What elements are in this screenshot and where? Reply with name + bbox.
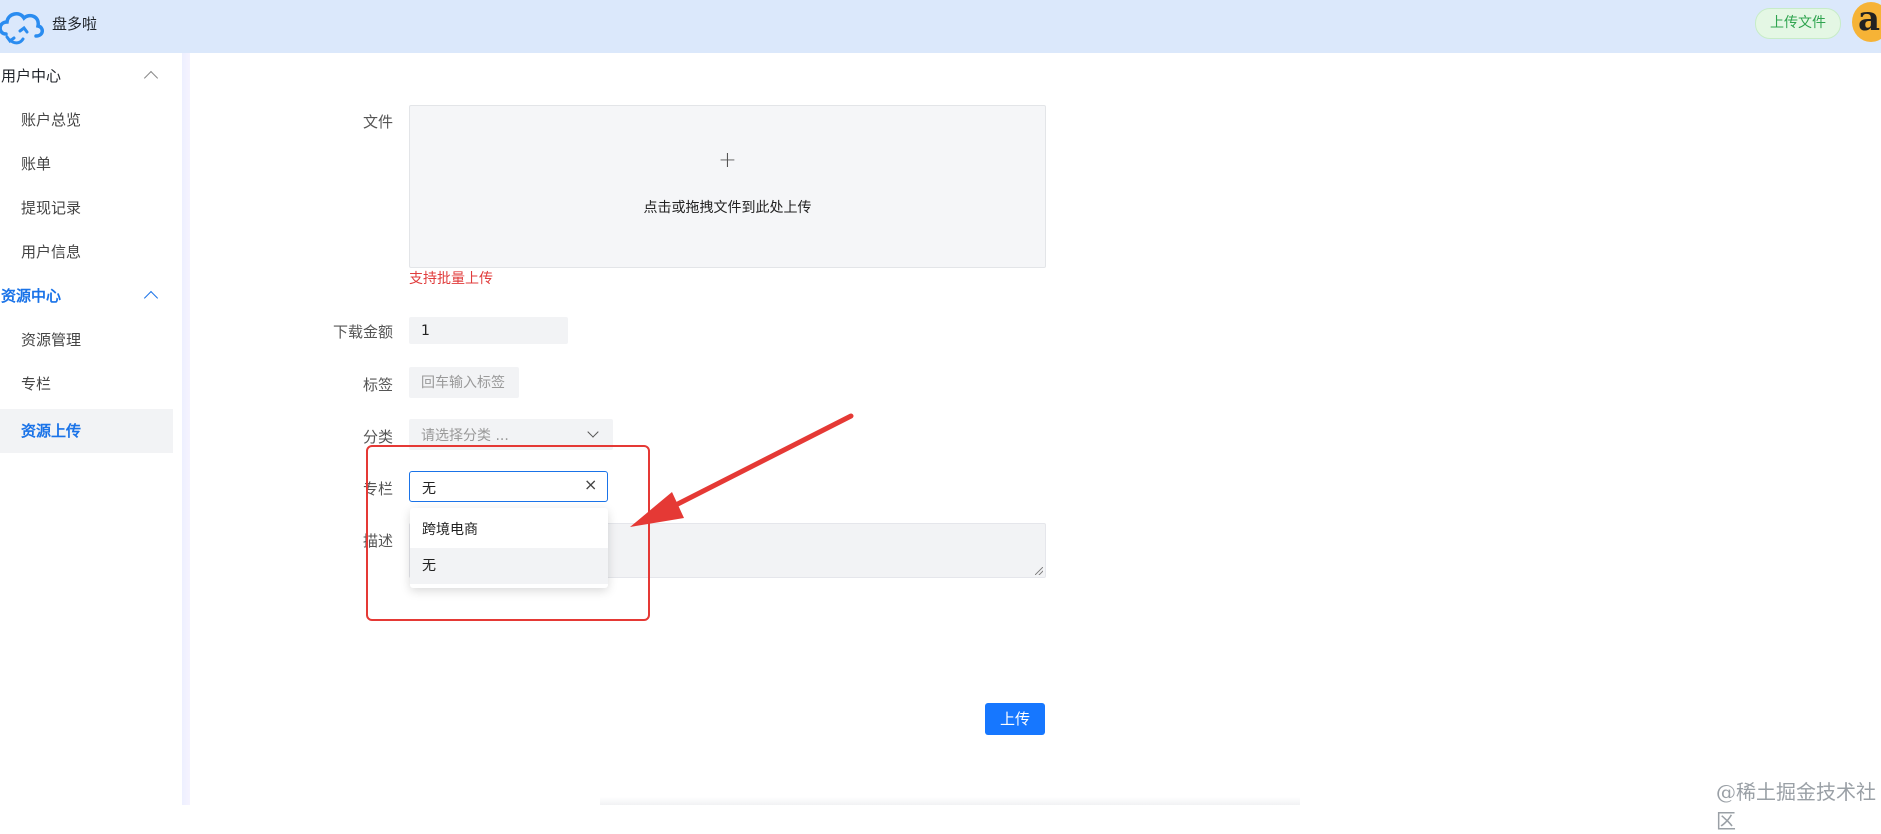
watermark: @稀土掘金技术社区 xyxy=(1716,780,1876,833)
chevron-up-icon xyxy=(143,70,159,86)
sidebar-item-resource-management[interactable]: 资源管理 xyxy=(0,318,173,362)
chevron-up-icon xyxy=(143,290,159,306)
sidebar-item-resource-upload[interactable]: 资源上传 xyxy=(0,409,173,453)
tag-input[interactable] xyxy=(409,367,519,398)
batch-upload-hint: 支持批量上传 xyxy=(409,271,493,287)
top-header: 盘多啦 上传文件 a xyxy=(0,0,1881,53)
plus-icon: + xyxy=(718,148,737,173)
sidebar-group-user-center[interactable]: 用户中心 xyxy=(0,54,173,98)
bottom-shadow xyxy=(600,797,1300,805)
sidebar: 用户中心 账户总览 账单 提现记录 用户信息 资源中心 资源管理 专栏 资源上传 xyxy=(0,53,182,805)
sidebar-item-label: 资源上传 xyxy=(21,422,82,440)
sidebar-item-label: 账户总览 xyxy=(21,111,82,129)
sidebar-item-user-info[interactable]: 用户信息 xyxy=(0,230,173,274)
brand-name: 盘多啦 xyxy=(52,15,98,33)
file-label: 文件 xyxy=(362,113,393,131)
avatar-letter-logo: a xyxy=(1858,2,1881,39)
sidebar-group-resource-center[interactable]: 资源中心 xyxy=(0,274,173,318)
chevron-down-icon xyxy=(587,426,599,438)
sidebar-item-withdraw-records[interactable]: 提现记录 xyxy=(0,186,173,230)
file-dropzone[interactable]: + 点击或拖拽文件到此处上传 xyxy=(409,105,1046,268)
tag-label: 标签 xyxy=(362,376,393,394)
category-label: 分类 xyxy=(362,428,393,446)
sidebar-item-label: 资源管理 xyxy=(21,331,82,349)
sidebar-item-column[interactable]: 专栏 xyxy=(0,362,173,406)
cloud-logo-icon xyxy=(0,12,44,45)
sidebar-item-account-overview[interactable]: 账户总览 xyxy=(0,98,173,142)
avatar[interactable]: a xyxy=(1852,2,1881,42)
category-placeholder: 请选择分类 ... xyxy=(421,428,509,444)
sidebar-item-label: 专栏 xyxy=(21,375,52,393)
sidebar-item-label: 账单 xyxy=(21,155,52,173)
resize-handle-icon[interactable] xyxy=(1035,567,1043,575)
sidebar-divider xyxy=(182,53,190,805)
sidebar-group-label: 用户中心 xyxy=(1,67,62,85)
submit-upload-button[interactable]: 上传 xyxy=(985,703,1045,735)
amount-label: 下载金额 xyxy=(332,323,393,341)
upload-file-button[interactable]: 上传文件 xyxy=(1755,8,1841,39)
download-amount-input[interactable] xyxy=(409,317,568,344)
sidebar-item-label: 提现记录 xyxy=(21,199,82,217)
sidebar-item-label: 用户信息 xyxy=(21,243,82,261)
dropzone-text: 点击或拖拽文件到此处上传 xyxy=(643,200,812,216)
sidebar-item-bill[interactable]: 账单 xyxy=(0,142,173,186)
annotation-arrow-icon xyxy=(630,413,854,527)
sidebar-group-label: 资源中心 xyxy=(1,287,62,305)
